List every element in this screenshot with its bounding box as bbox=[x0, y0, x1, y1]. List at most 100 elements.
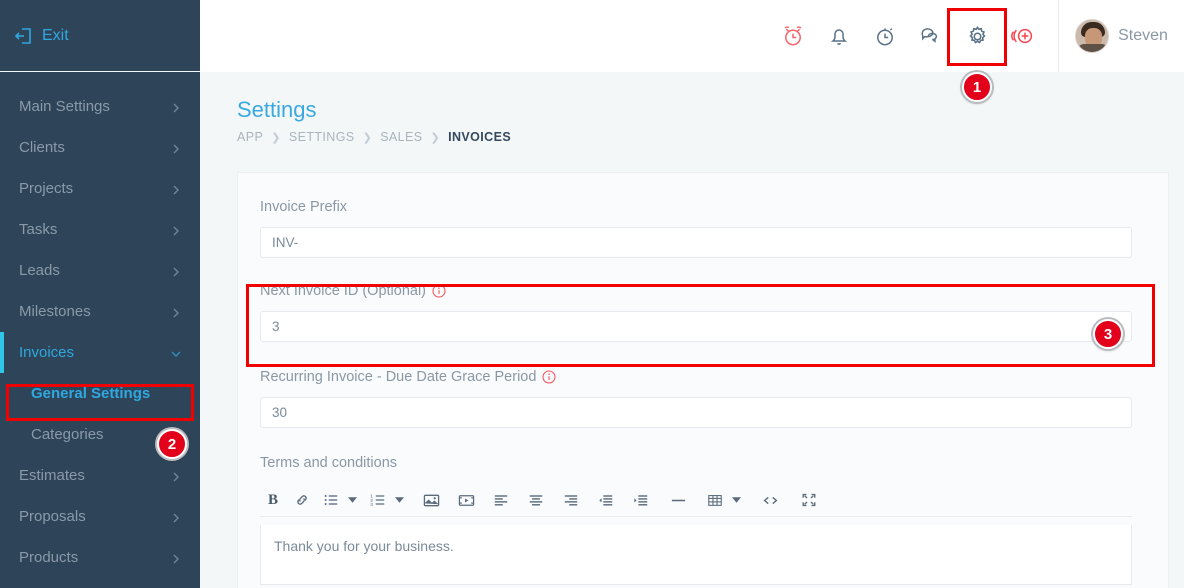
svg-text:3: 3 bbox=[370, 502, 373, 508]
settings-card: Invoice Prefix INV- Next Invoice ID (Opt… bbox=[237, 172, 1169, 588]
editor-toolbar: B bbox=[260, 484, 1132, 517]
sidebar-item-proposals[interactable]: Proposals bbox=[0, 496, 200, 537]
chevron-right-icon bbox=[170, 265, 182, 277]
align-right-button[interactable] bbox=[558, 487, 584, 513]
sidebar-item-label: Main Settings bbox=[19, 98, 170, 115]
chevron-right-icon bbox=[170, 101, 182, 113]
alarm-clock-icon[interactable] bbox=[778, 21, 808, 51]
terms-label: Terms and conditions bbox=[260, 455, 1146, 471]
insert-video-button[interactable] bbox=[453, 487, 479, 513]
chevron-down-icon bbox=[170, 347, 182, 359]
grace-period-label-text: Recurring Invoice - Due Date Grace Perio… bbox=[260, 369, 536, 385]
grace-period-value: 30 bbox=[272, 405, 287, 420]
exit-label: Exit bbox=[42, 27, 69, 45]
sidebar-item-label: Estimates bbox=[19, 467, 170, 484]
next-invoice-id-label: Next Invoice ID (Optional) bbox=[260, 283, 1146, 299]
top-header: Steven bbox=[200, 0, 1184, 72]
terms-field: Terms and conditions B bbox=[238, 428, 1168, 585]
info-icon[interactable] bbox=[432, 284, 446, 298]
chevron-right-icon: ❯ bbox=[431, 131, 441, 144]
main-content: Settings APP ❯ SETTINGS ❯ SALES ❯ INVOIC… bbox=[200, 72, 1184, 588]
sidebar-item-label: Milestones bbox=[19, 303, 170, 320]
indent-button[interactable] bbox=[628, 487, 654, 513]
sidebar-item-main-settings[interactable]: Main Settings bbox=[0, 86, 200, 127]
exit-link[interactable]: Exit bbox=[0, 0, 200, 72]
sidebar-item-milestones[interactable]: Milestones bbox=[0, 291, 200, 332]
bold-button[interactable]: B bbox=[260, 487, 286, 513]
chevron-right-icon bbox=[170, 224, 182, 236]
info-icon[interactable] bbox=[542, 370, 556, 384]
breadcrumb: APP ❯ SETTINGS ❯ SALES ❯ INVOICES bbox=[200, 123, 1184, 144]
link-button[interactable] bbox=[289, 487, 315, 513]
page-title: Settings bbox=[200, 72, 1184, 123]
sidebar-item-label: Clients bbox=[19, 139, 170, 156]
sidebar-item-label: Tasks bbox=[19, 221, 170, 238]
horizontal-rule-button[interactable] bbox=[665, 487, 691, 513]
chevron-right-icon bbox=[170, 142, 182, 154]
unordered-list-caret[interactable] bbox=[347, 487, 358, 513]
sidebar-item-products[interactable]: Products bbox=[0, 537, 200, 578]
annotation-badge-2: 2 bbox=[157, 429, 187, 459]
ordered-list-caret[interactable] bbox=[394, 487, 405, 513]
next-invoice-id-label-text: Next Invoice ID (Optional) bbox=[260, 283, 426, 299]
sidebar: Exit Main Settings Clients Projects bbox=[0, 0, 200, 588]
chevron-right-icon: ❯ bbox=[363, 131, 373, 144]
terms-content: Thank you for your business. bbox=[274, 538, 454, 554]
annotation-badge-3: 3 bbox=[1093, 319, 1123, 349]
invoice-prefix-input[interactable]: INV- bbox=[260, 227, 1132, 258]
chat-bubbles-icon[interactable] bbox=[916, 21, 946, 51]
unordered-list-button[interactable] bbox=[318, 487, 344, 513]
sidebar-item-label: Proposals bbox=[19, 508, 170, 525]
bell-icon[interactable] bbox=[824, 21, 854, 51]
next-invoice-id-value: 3 bbox=[272, 319, 280, 334]
sidebar-item-label: Leads bbox=[19, 262, 170, 279]
annotation-badge-1: 1 bbox=[962, 72, 992, 102]
grace-period-input[interactable]: 30 bbox=[260, 397, 1132, 428]
breadcrumb-item-sales[interactable]: SALES bbox=[380, 130, 422, 144]
insert-table-button[interactable] bbox=[702, 487, 728, 513]
add-circle-broadcast-icon[interactable] bbox=[1008, 21, 1038, 51]
gear-icon[interactable] bbox=[962, 21, 992, 51]
active-indicator bbox=[0, 332, 4, 373]
breadcrumb-item-settings[interactable]: SETTINGS bbox=[289, 130, 355, 144]
header-icon-group bbox=[778, 21, 1058, 51]
sidebar-item-leads[interactable]: Leads bbox=[0, 250, 200, 291]
align-left-button[interactable] bbox=[488, 487, 514, 513]
sidebar-item-estimates[interactable]: Estimates bbox=[0, 455, 200, 496]
invoice-prefix-value: INV- bbox=[272, 235, 298, 250]
table-caret[interactable] bbox=[731, 487, 742, 513]
next-invoice-id-field: Next Invoice ID (Optional) 3 bbox=[238, 258, 1168, 342]
app-root: Exit Main Settings Clients Projects bbox=[0, 0, 1184, 588]
chevron-right-icon: ❯ bbox=[271, 131, 281, 144]
chevron-right-icon bbox=[170, 552, 182, 564]
ordered-list-button[interactable]: 1 2 3 bbox=[365, 487, 391, 513]
insert-image-button[interactable] bbox=[418, 487, 444, 513]
sidebar-item-label: Products bbox=[19, 549, 170, 566]
sidebar-item-invoices[interactable]: Invoices bbox=[0, 332, 200, 373]
sidebar-item-tasks[interactable]: Tasks bbox=[0, 209, 200, 250]
exit-icon bbox=[14, 26, 34, 46]
user-menu[interactable]: Steven bbox=[1058, 0, 1184, 72]
invoice-prefix-field: Invoice Prefix INV- bbox=[238, 173, 1168, 258]
fullscreen-button[interactable] bbox=[796, 487, 822, 513]
next-invoice-id-input[interactable]: 3 bbox=[260, 311, 1132, 342]
chevron-right-icon bbox=[170, 511, 182, 523]
breadcrumb-item-app[interactable]: APP bbox=[237, 130, 263, 144]
sidebar-subitem-label: Categories bbox=[31, 426, 104, 443]
sidebar-item-clients[interactable]: Clients bbox=[0, 127, 200, 168]
sidebar-item-label: Projects bbox=[19, 180, 170, 197]
terms-editor[interactable]: Thank you for your business. bbox=[260, 525, 1132, 585]
chevron-right-icon bbox=[170, 470, 182, 482]
outdent-button[interactable] bbox=[593, 487, 619, 513]
breadcrumb-item-invoices: INVOICES bbox=[448, 130, 511, 144]
sidebar-general-settings[interactable]: General Settings bbox=[0, 373, 200, 414]
invoice-prefix-label: Invoice Prefix bbox=[260, 199, 1146, 215]
stopwatch-icon[interactable] bbox=[870, 21, 900, 51]
align-center-button[interactable] bbox=[523, 487, 549, 513]
user-name: Steven bbox=[1118, 27, 1168, 45]
code-view-button[interactable] bbox=[757, 487, 783, 513]
chevron-right-icon bbox=[170, 306, 182, 318]
sidebar-item-projects[interactable]: Projects bbox=[0, 168, 200, 209]
avatar bbox=[1075, 19, 1109, 53]
sidebar-item-label: Invoices bbox=[19, 344, 170, 361]
